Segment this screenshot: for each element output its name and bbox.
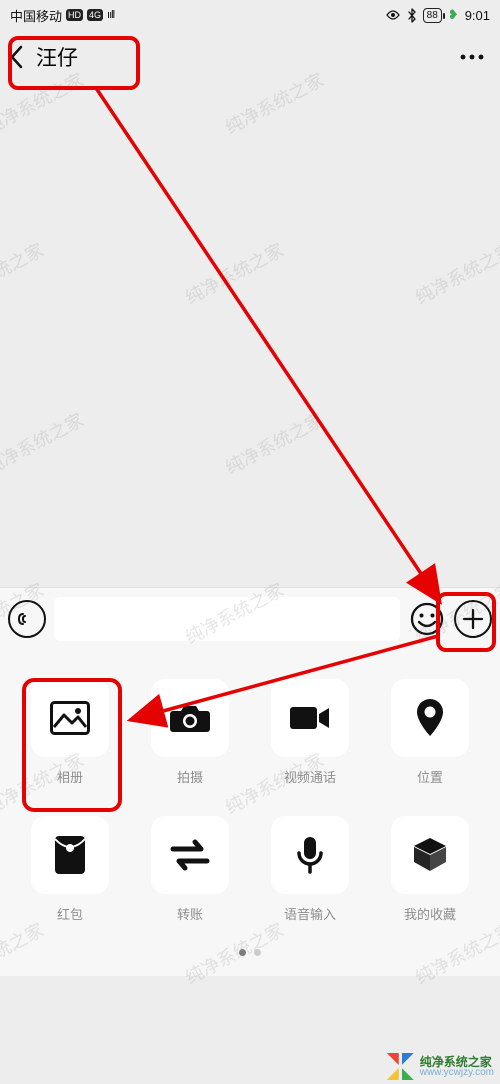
leaf-icon: ❥ xyxy=(448,7,459,23)
panel-item-label: 红包 xyxy=(57,904,83,923)
microphone-icon xyxy=(295,835,325,875)
voice-toggle-button[interactable] xyxy=(8,600,46,638)
panel-item-label: 位置 xyxy=(417,767,443,786)
status-bar: 中国移动 HD 4G ııll 88 ❥ 9:01 xyxy=(0,0,500,30)
panel-item-label: 视频通话 xyxy=(284,767,336,786)
panel-item-transfer[interactable]: 转账 xyxy=(130,816,250,923)
location-icon xyxy=(415,698,445,738)
panel-item-label: 转账 xyxy=(177,904,203,923)
panel-item-location[interactable]: 位置 xyxy=(370,679,490,786)
smile-icon xyxy=(409,601,445,637)
message-input[interactable] xyxy=(54,597,400,641)
panel-item-album[interactable]: 相册 xyxy=(10,679,130,786)
panel-item-label: 语音输入 xyxy=(284,904,336,923)
sound-wave-icon xyxy=(16,608,38,630)
footer-watermark: 纯净系统之家 www.ycwjzy.com xyxy=(387,1053,494,1080)
panel-item-favorites[interactable]: 我的收藏 xyxy=(370,816,490,923)
panel-item-video[interactable]: 视频通话 xyxy=(250,679,370,786)
more-button[interactable] xyxy=(452,37,492,77)
chevron-left-icon xyxy=(8,44,26,70)
page-dot xyxy=(254,949,261,956)
network-badge: 4G xyxy=(87,9,103,21)
hd-badge: HD xyxy=(66,9,83,21)
panel-item-camera[interactable]: 拍摄 xyxy=(130,679,250,786)
cube-icon xyxy=(410,835,450,875)
transfer-icon xyxy=(169,838,211,872)
page-dot xyxy=(239,949,246,956)
panel-item-voice[interactable]: 语音输入 xyxy=(250,816,370,923)
panel-item-label: 拍摄 xyxy=(177,767,203,786)
battery-icon: 88 xyxy=(423,8,442,23)
album-icon xyxy=(50,701,90,735)
input-bar xyxy=(0,587,500,649)
panel-item-redpack[interactable]: 红包 xyxy=(10,816,130,923)
top-nav: 汪仔 xyxy=(0,30,500,84)
chat-area[interactable] xyxy=(0,84,500,587)
video-icon xyxy=(289,704,331,732)
panel-item-label: 我的收藏 xyxy=(404,904,456,923)
back-button[interactable] xyxy=(4,38,30,76)
clock-label: 9:01 xyxy=(465,8,490,23)
redpacket-icon xyxy=(54,835,86,875)
emoji-button[interactable] xyxy=(408,600,446,638)
plus-button[interactable] xyxy=(454,600,492,638)
more-dots-icon xyxy=(460,54,484,60)
bluetooth-icon xyxy=(407,8,417,23)
eye-comfort-icon xyxy=(385,9,401,21)
attachment-panel: 相册 拍摄 视频通话 xyxy=(0,649,500,976)
footer-logo-icon xyxy=(387,1053,414,1080)
footer-text-2: www.ycwjzy.com xyxy=(420,1068,494,1078)
page-indicator xyxy=(10,923,490,966)
footer-text-1: 纯净系统之家 xyxy=(420,1056,494,1068)
carrier-label: 中国移动 xyxy=(10,6,62,25)
camera-icon xyxy=(169,701,211,735)
panel-item-label: 相册 xyxy=(57,767,83,786)
page-title: 汪仔 xyxy=(36,42,78,72)
plus-icon xyxy=(462,608,484,630)
signal-icon: ııll xyxy=(107,9,114,21)
